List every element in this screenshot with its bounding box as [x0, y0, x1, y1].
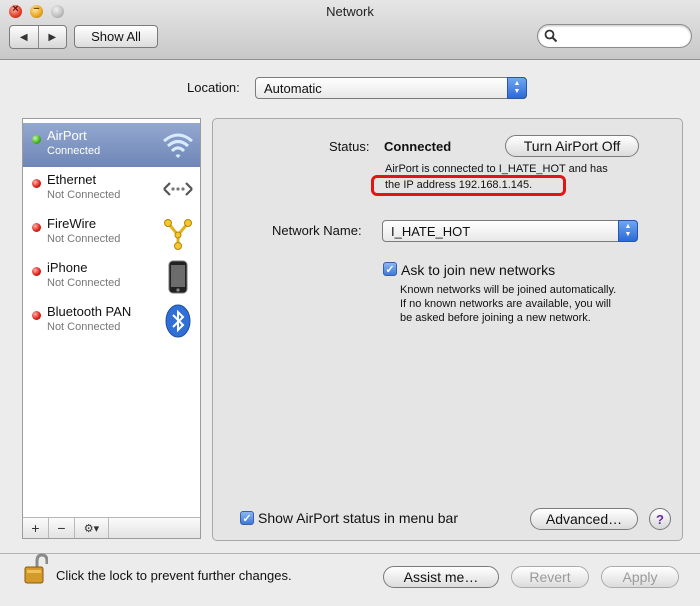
network-name-popup[interactable]: I_HATE_HOT ▲ ▼: [382, 220, 638, 242]
location-value: Automatic: [264, 80, 322, 96]
lock-message: Click the lock to prevent further change…: [56, 568, 292, 583]
service-item-iphone[interactable]: iPhone Not Connected: [23, 255, 200, 299]
window-title: Network: [326, 4, 374, 19]
search-field[interactable]: [537, 24, 692, 48]
service-status: Not Connected: [47, 321, 121, 333]
service-name: Ethernet: [47, 172, 97, 187]
add-service-button[interactable]: +: [23, 518, 49, 538]
back-forward-control: ◀ ▶: [9, 25, 67, 49]
show-status-menubar-checkbox[interactable]: ✓: [240, 511, 254, 525]
forward-button[interactable]: ▶: [37, 26, 67, 48]
ask-to-join-label: Ask to join new networks: [401, 262, 556, 278]
show-status-menubar-label: Show AirPort status in menu bar: [258, 510, 458, 526]
service-name: iPhone: [47, 260, 88, 275]
bluetooth-icon: [165, 304, 191, 338]
service-status: Connected: [47, 145, 101, 157]
ask-join-description-line3: be asked before joining a new network.: [400, 312, 591, 324]
location-popup[interactable]: Automatic ▲ ▼: [255, 77, 527, 99]
iphone-icon: [168, 260, 188, 294]
service-name: FireWire: [47, 216, 97, 231]
firewire-icon: [164, 219, 192, 250]
back-button[interactable]: ◀: [10, 26, 38, 48]
apply-button[interactable]: Apply: [601, 566, 679, 588]
ethernet-icon: [163, 182, 193, 196]
highlight-annotation: [371, 175, 566, 196]
service-item-ethernet[interactable]: Ethernet Not Connected: [23, 167, 200, 211]
status-label: Status:: [329, 139, 370, 154]
status-description-line1: AirPort is connected to I_HATE_HOT and h…: [385, 163, 608, 175]
lock-icon[interactable]: [22, 553, 48, 587]
revert-button[interactable]: Revert: [511, 566, 589, 588]
service-item-bluetooth-pan[interactable]: Bluetooth PAN Not Connected: [23, 299, 200, 343]
service-item-firewire[interactable]: FireWire Not Connected: [23, 211, 200, 255]
status-value: Connected: [384, 139, 452, 154]
service-list: AirPort Connected Ethernet Not Connected…: [22, 118, 201, 538]
show-all-button[interactable]: Show All: [74, 25, 158, 48]
help-button[interactable]: ?: [649, 508, 671, 530]
network-name-label: Network Name:: [272, 223, 362, 238]
service-name: Bluetooth PAN: [47, 304, 132, 319]
status-dot-red: [32, 223, 41, 232]
location-label: Location:: [187, 80, 240, 95]
status-dot-red: [32, 179, 41, 188]
status-dot-green: [32, 135, 41, 144]
popup-arrows-icon: ▲ ▼: [507, 77, 527, 99]
action-menu-button[interactable]: ⚙▾: [75, 518, 109, 538]
popup-arrows-icon: ▲ ▼: [618, 220, 638, 242]
service-status: Not Connected: [47, 233, 121, 245]
ask-join-description-line2: If no known networks are available, you …: [400, 298, 611, 310]
title-bar: × − Network ◀ ▶ Show All: [0, 0, 700, 60]
bottom-divider: [0, 553, 700, 554]
advanced-button[interactable]: Advanced…: [530, 508, 638, 530]
service-item-airport[interactable]: AirPort Connected: [23, 123, 200, 167]
search-icon: [544, 29, 558, 43]
status-dot-red: [32, 311, 41, 320]
service-status: Not Connected: [47, 277, 121, 289]
assist-me-button[interactable]: Assist me…: [383, 566, 499, 588]
status-dot-red: [32, 267, 41, 276]
ask-to-join-checkbox[interactable]: ✓: [383, 262, 397, 276]
network-name-value: I_HATE_HOT: [391, 223, 471, 239]
service-status: Not Connected: [47, 189, 121, 201]
service-list-toolbar: + − ⚙▾: [22, 517, 201, 539]
turn-airport-off-button[interactable]: Turn AirPort Off: [505, 135, 639, 157]
remove-service-button[interactable]: −: [49, 518, 75, 538]
ask-join-description-line1: Known networks will be joined automatica…: [400, 284, 617, 296]
wifi-icon: [163, 133, 193, 158]
service-name: AirPort: [47, 128, 87, 143]
